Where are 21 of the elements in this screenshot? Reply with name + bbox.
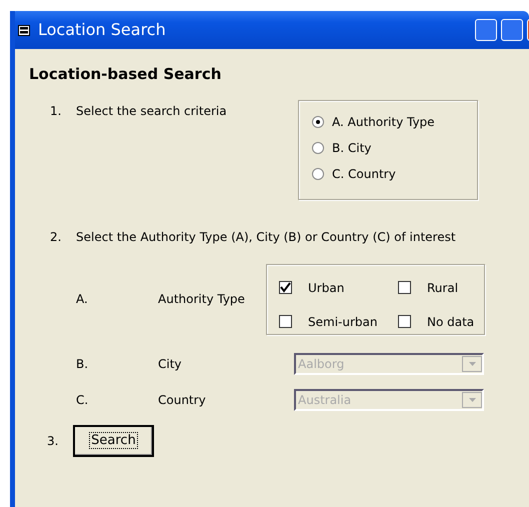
field-label: City: [158, 356, 183, 372]
checkbox-label[interactable]: No data: [427, 312, 474, 330]
checkbox-label[interactable]: Semi-urban: [308, 312, 378, 330]
step-number: 3.: [47, 432, 60, 450]
step-number: 2.: [50, 228, 62, 246]
form-heading: Location-based Search: [29, 64, 222, 85]
checkbox-label[interactable]: Rural: [427, 278, 458, 296]
row-letter: C.: [76, 392, 90, 408]
step-label: Select the Authority Type (A), City (B) or Country (C) of interest: [76, 230, 456, 244]
field-label: Country: [158, 392, 207, 408]
checkbox-label[interactable]: Urban: [308, 278, 344, 296]
step-number: 1.: [50, 102, 62, 120]
step-label: Select the search criteria: [76, 104, 227, 118]
row-letter: B.: [76, 356, 90, 372]
field-label: Authority Type: [158, 291, 246, 308]
radio-label[interactable]: C. Country: [332, 164, 396, 182]
window-title: Location Search: [38, 19, 166, 41]
row-letter: A.: [76, 291, 89, 308]
search-button[interactable]: Search: [73, 424, 154, 456]
radio-label[interactable]: B. City: [332, 138, 372, 156]
radio-label[interactable]: A. Authority Type: [332, 112, 435, 130]
